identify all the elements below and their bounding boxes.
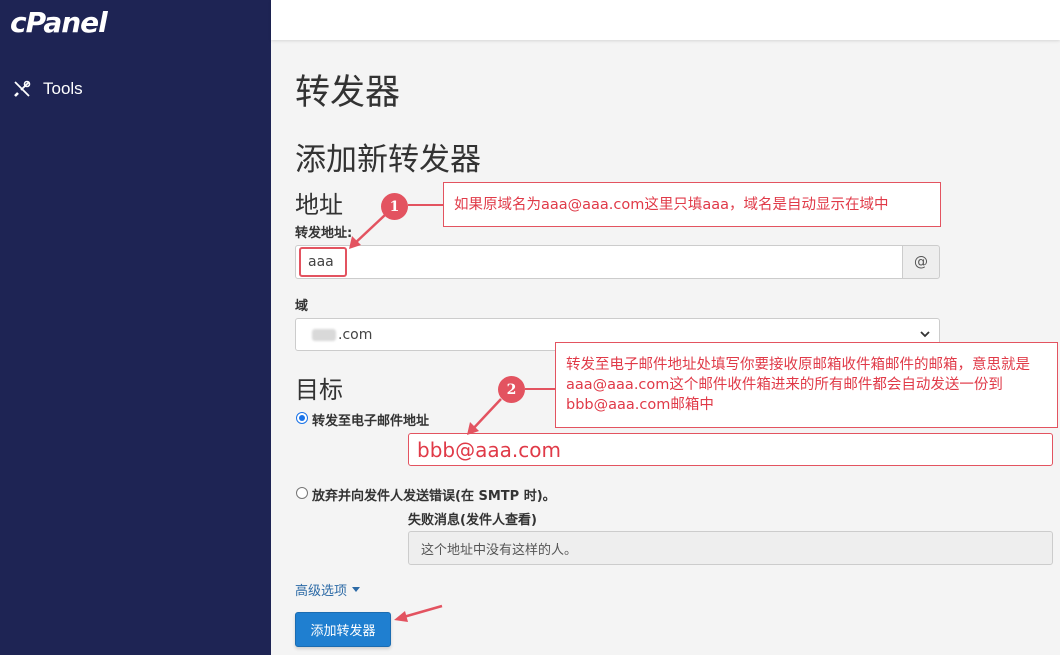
domain-label: 域	[295, 299, 309, 314]
advanced-options-link[interactable]: 高级选项	[295, 580, 361, 599]
tools-icon	[14, 80, 31, 97]
annotation-badge-2: 2	[498, 376, 525, 403]
discard-radio-label[interactable]: 放弃并向发件人发送错误(在 SMTP 时)。	[312, 485, 556, 504]
top-bar	[271, 0, 1060, 40]
address-heading: 地址	[295, 191, 343, 219]
failure-message-input[interactable]: 这个地址中没有这样的人。	[408, 531, 1053, 565]
sidebar-item-tools[interactable]: Tools	[12, 76, 83, 102]
forward-to-value: bbb@aaa.com	[417, 437, 561, 462]
domain-value: .com	[338, 326, 373, 343]
advanced-options-label: 高级选项	[295, 584, 348, 599]
forward-radio-label[interactable]: 转发至电子邮件地址	[312, 410, 429, 429]
sidebar-item-label: Tools	[43, 79, 83, 98]
caret-down-icon	[352, 587, 361, 592]
cpanel-logo[interactable]: cPanel	[10, 6, 108, 39]
discard-radio[interactable]	[296, 487, 308, 499]
add-forwarder-button[interactable]: 添加转发器	[295, 612, 391, 647]
annotation-note-2-text: 转发至电子邮件地址处填写你要接收原邮箱收件箱邮件的邮箱，意思就是aaa@aaa.…	[566, 357, 1030, 413]
annotation-note-2: 转发至电子邮件地址处填写你要接收原邮箱收件箱邮件的邮箱，意思就是aaa@aaa.…	[555, 342, 1058, 428]
failure-message-label: 失败消息(发件人查看)	[408, 513, 537, 528]
sidebar: cPanel Tools	[0, 0, 271, 655]
blurred-domain	[312, 328, 336, 341]
annotation-note-1-text: 如果原域名为aaa@aaa.com这里只填aaa，域名是自动显示在域中	[454, 196, 889, 213]
destination-heading: 目标	[295, 376, 343, 404]
forward-address-input[interactable]: aaa	[295, 245, 903, 279]
forward-to-input[interactable]: bbb@aaa.com	[408, 433, 1053, 466]
forward-radio[interactable]	[296, 412, 308, 424]
highlight-box	[299, 247, 347, 277]
section-title: 添加新转发器	[295, 142, 481, 178]
at-addon: @	[902, 245, 940, 279]
annotation-badge-1: 1	[381, 193, 408, 220]
chevron-down-icon	[920, 331, 930, 338]
forward-address-label: 转发地址:	[295, 226, 353, 241]
annotation-note-1: 如果原域名为aaa@aaa.com这里只填aaa，域名是自动显示在域中	[443, 182, 941, 227]
page-title: 转发器	[295, 73, 401, 113]
failure-message-value: 这个地址中没有这样的人。	[421, 542, 578, 558]
